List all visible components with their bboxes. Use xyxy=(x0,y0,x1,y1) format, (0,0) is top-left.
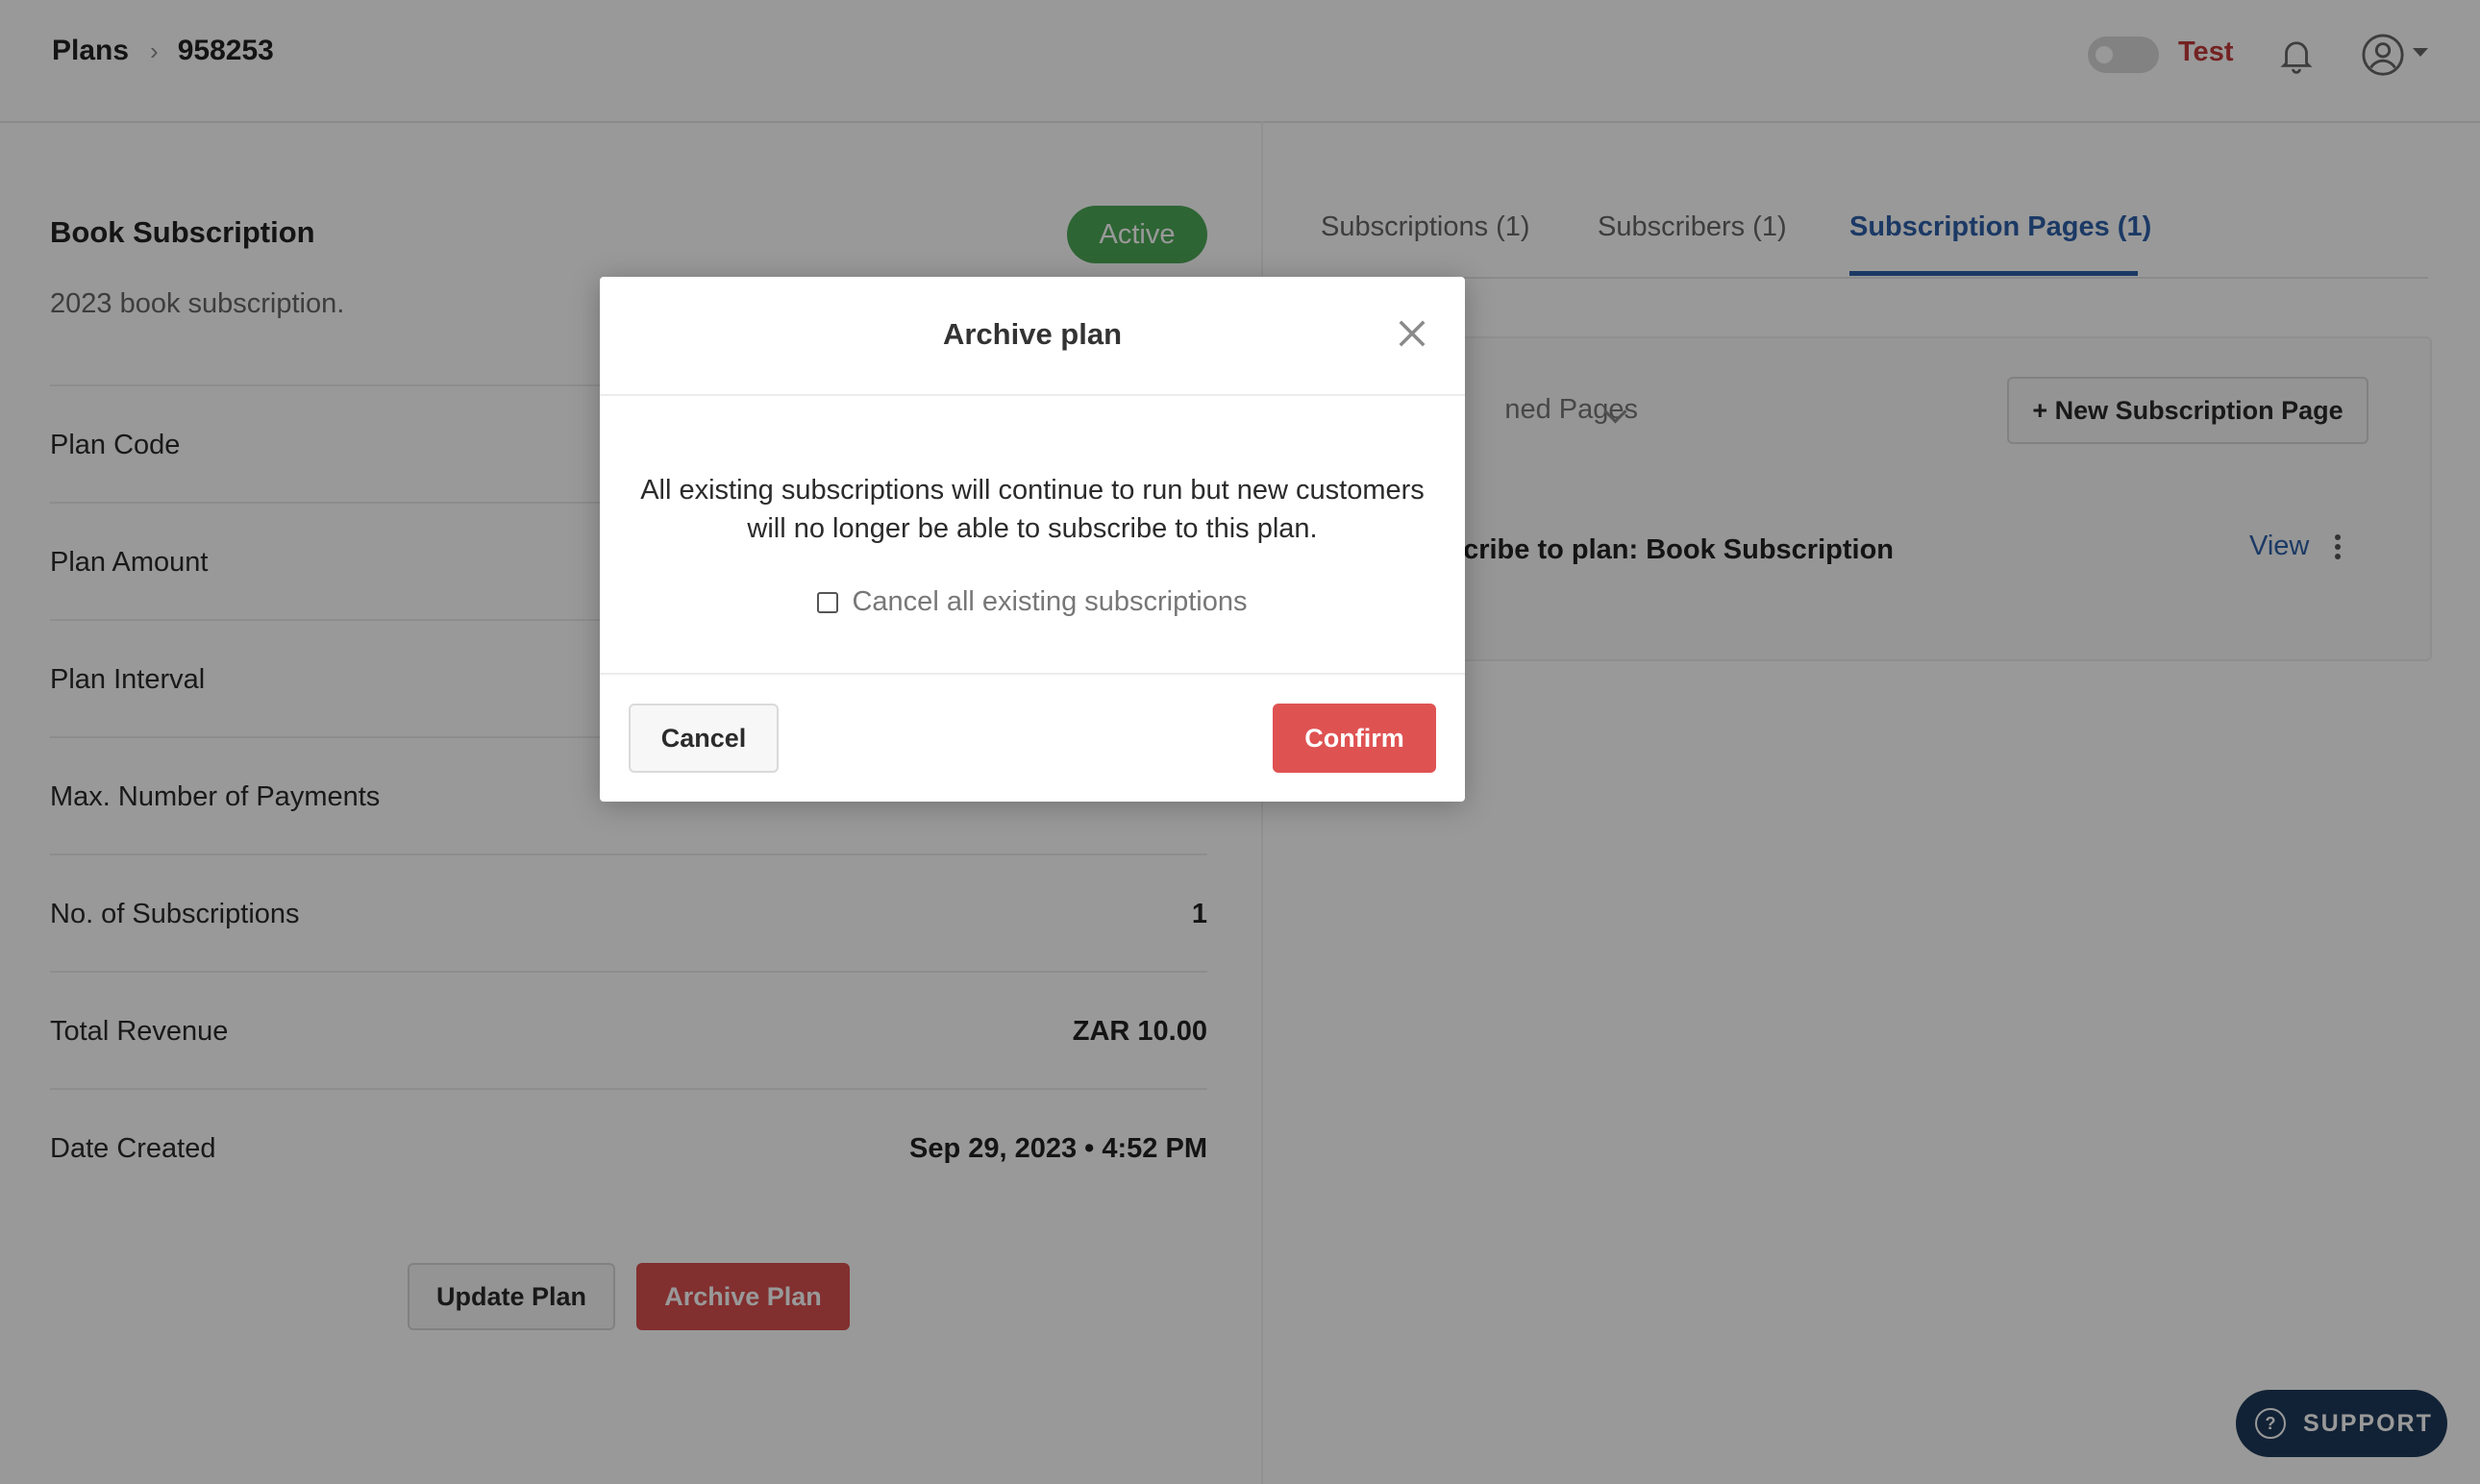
cancel-subscriptions-checkbox[interactable] xyxy=(817,591,839,613)
modal-title: Archive plan xyxy=(942,317,1123,351)
modal-header: Archive plan xyxy=(600,277,1465,396)
modal-message: All existing subscriptions will continue… xyxy=(640,475,1425,544)
cancel-button[interactable]: Cancel xyxy=(629,704,779,773)
close-icon[interactable] xyxy=(1392,313,1432,354)
archive-plan-modal: Archive plan All existing subscriptions … xyxy=(600,277,1465,802)
cancel-subscriptions-option[interactable]: Cancel all existing subscriptions xyxy=(811,586,1253,618)
checkbox-label[interactable]: Cancel all existing subscriptions xyxy=(852,586,1247,618)
confirm-button[interactable]: Confirm xyxy=(1273,704,1436,773)
